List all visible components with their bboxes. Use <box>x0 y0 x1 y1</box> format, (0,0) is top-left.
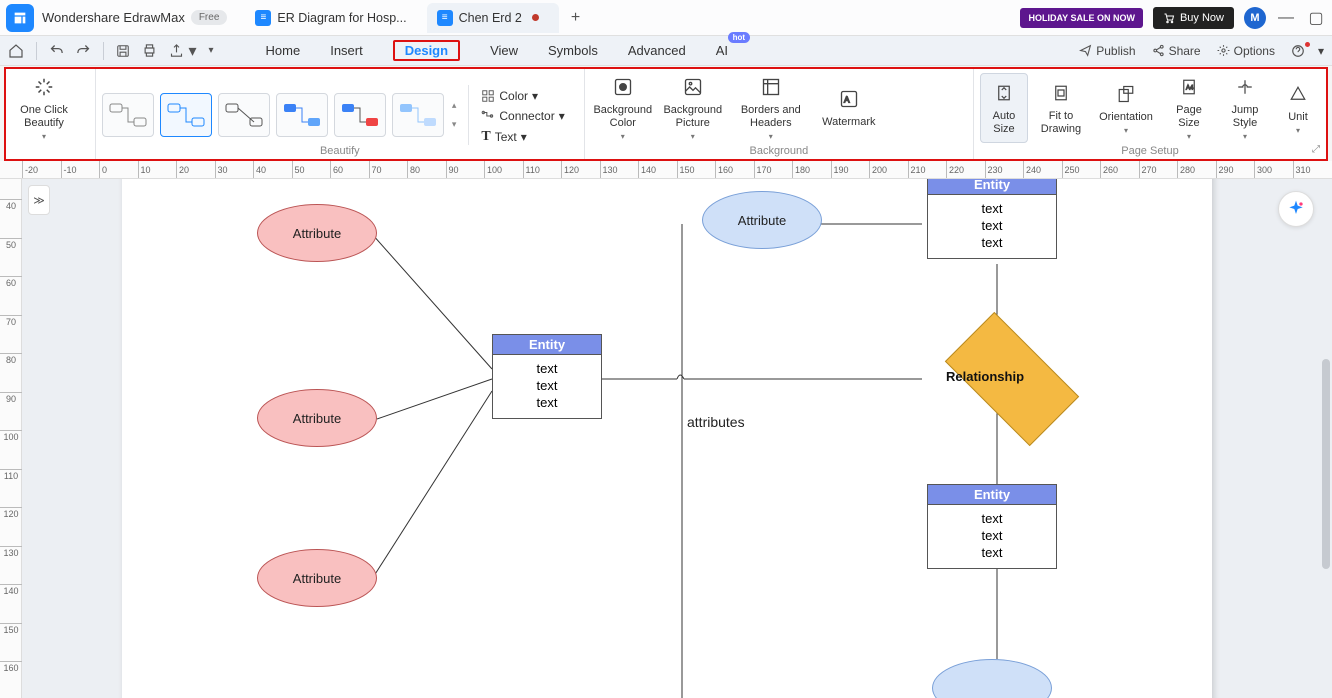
home-icon[interactable] <box>8 43 24 59</box>
entity-shape[interactable]: Entity texttexttext <box>927 179 1057 259</box>
theme-preset-6[interactable] <box>392 93 444 137</box>
quick-access-toolbar: ▾ ▾ Home Insert Design View Symbols Adva… <box>0 36 1332 66</box>
title-bar: Wondershare EdrawMax Free ≡ ER Diagram f… <box>0 0 1332 36</box>
maximize-button[interactable]: ▢ <box>1306 8 1326 28</box>
ruler-vertical: 405060708090100110120130140150160 <box>0 179 22 698</box>
theme-preset-4[interactable] <box>276 93 328 137</box>
orientation-button[interactable]: Orientation▾ <box>1094 73 1158 143</box>
export-icon[interactable]: ▾ <box>169 41 196 61</box>
qat-more[interactable]: ▾ <box>208 45 213 56</box>
doc-icon: ≡ <box>437 10 453 26</box>
svg-text:A4: A4 <box>1186 85 1194 91</box>
fit-to-drawing-button[interactable]: Fit to Drawing <box>1034 73 1088 143</box>
attribute-shape[interactable]: Attribute <box>257 549 377 607</box>
doc-icon: ≡ <box>255 10 271 26</box>
buy-now-button[interactable]: Buy Now <box>1153 7 1234 29</box>
drawing-page[interactable]: Attribute Attribute Attribute Attribute … <box>122 179 1212 698</box>
relationship-label: Relationship <box>946 369 1024 384</box>
page-setup-launcher-icon[interactable]: ⤢ <box>1312 144 1320 155</box>
watermark-button[interactable]: A Watermark <box>817 73 881 143</box>
theme-preset-3[interactable] <box>218 93 270 137</box>
menu-view[interactable]: View <box>490 40 518 61</box>
publish-button[interactable]: Publish <box>1079 44 1135 58</box>
tab-er-diagram[interactable]: ≡ ER Diagram for Hosp... <box>245 3 426 33</box>
minimize-button[interactable]: — <box>1276 8 1296 28</box>
unit-button[interactable]: Unit▾ <box>1276 73 1320 143</box>
buy-label: Buy Now <box>1180 12 1224 24</box>
borders-headers-button[interactable]: Borders and Headers▾ <box>731 73 811 143</box>
free-badge: Free <box>191 10 228 25</box>
app-title: Wondershare EdrawMax <box>42 10 185 25</box>
color-dropdown[interactable]: Color ▾ <box>481 89 564 103</box>
floating-text[interactable]: attributes <box>687 414 745 430</box>
page-size-button[interactable]: A4 Page Size▾ <box>1164 73 1214 143</box>
redo-icon[interactable] <box>76 43 91 58</box>
ribbon-design: One Click Beautify ▾ ▴ ▾ Color ▾ Connect… <box>4 67 1328 161</box>
hot-badge: hot <box>728 32 750 43</box>
holiday-sale-button[interactable]: HOLIDAY SALE ON NOW <box>1020 8 1143 28</box>
menu-insert[interactable]: Insert <box>330 40 363 61</box>
dirty-indicator <box>532 14 539 21</box>
connector-dropdown[interactable]: Connector ▾ <box>481 109 564 123</box>
save-icon[interactable] <box>116 44 130 58</box>
tab-chen-erd[interactable]: ≡ Chen Erd 2 <box>427 3 559 33</box>
undo-icon[interactable] <box>49 43 64 58</box>
text-dropdown[interactable]: TText ▾ <box>481 129 564 145</box>
attribute-shape[interactable]: Attribute <box>702 191 822 249</box>
jump-style-button[interactable]: Jump Style▾ <box>1220 73 1270 143</box>
new-tab-button[interactable]: + <box>559 9 592 27</box>
background-picture-button[interactable]: Background Picture▾ <box>661 73 725 143</box>
group-pagesetup-label: Page Setup <box>974 145 1326 157</box>
canvas[interactable]: Attribute Attribute Attribute Attribute … <box>22 179 1332 698</box>
entity-shape[interactable]: Entity texttexttext <box>927 484 1057 569</box>
theme-scroll-up[interactable]: ▴ <box>452 100 457 111</box>
vertical-scrollbar[interactable] <box>1322 359 1330 569</box>
attribute-shape[interactable]: Attribute <box>257 204 377 262</box>
ai-assistant-button[interactable] <box>1278 191 1314 227</box>
attribute-shape[interactable] <box>932 659 1052 698</box>
app-logo <box>6 4 34 32</box>
main-menu: Home Insert Design View Symbols Advanced… <box>266 40 728 61</box>
menu-ai[interactable]: AI hot <box>716 40 728 61</box>
group-beautify-label: Beautify <box>96 145 584 157</box>
theme-scroll-down[interactable]: ▾ <box>452 119 457 130</box>
tab-label: Chen Erd 2 <box>459 11 522 25</box>
one-click-beautify-button[interactable]: One Click Beautify ▾ <box>12 73 76 143</box>
attribute-shape[interactable]: Attribute <box>257 389 377 447</box>
tab-label: ER Diagram for Hosp... <box>277 11 406 25</box>
ruler-horizontal: -20-100102030405060708090100110120130140… <box>0 161 1332 179</box>
svg-text:A: A <box>844 95 850 105</box>
group-background-label: Background <box>585 145 973 157</box>
theme-preset-5[interactable] <box>334 93 386 137</box>
print-icon[interactable] <box>142 43 157 58</box>
help-button[interactable]: ▾ <box>1291 44 1324 58</box>
sidebar-toggle[interactable]: ≫ <box>28 185 50 215</box>
menu-home[interactable]: Home <box>266 40 301 61</box>
theme-preset-2[interactable] <box>160 93 212 137</box>
theme-preset-1[interactable] <box>102 93 154 137</box>
workspace: 405060708090100110120130140150160 ≫ <box>0 179 1332 698</box>
auto-size-button[interactable]: Auto Size <box>980 73 1028 143</box>
entity-shape[interactable]: Entity texttexttext <box>492 334 602 419</box>
options-button[interactable]: Options <box>1217 44 1275 58</box>
background-color-button[interactable]: Background Color▾ <box>591 73 655 143</box>
menu-symbols[interactable]: Symbols <box>548 40 598 61</box>
share-button[interactable]: Share <box>1152 44 1201 58</box>
menu-advanced[interactable]: Advanced <box>628 40 686 61</box>
user-avatar[interactable]: M <box>1244 7 1266 29</box>
menu-design[interactable]: Design <box>393 40 460 61</box>
